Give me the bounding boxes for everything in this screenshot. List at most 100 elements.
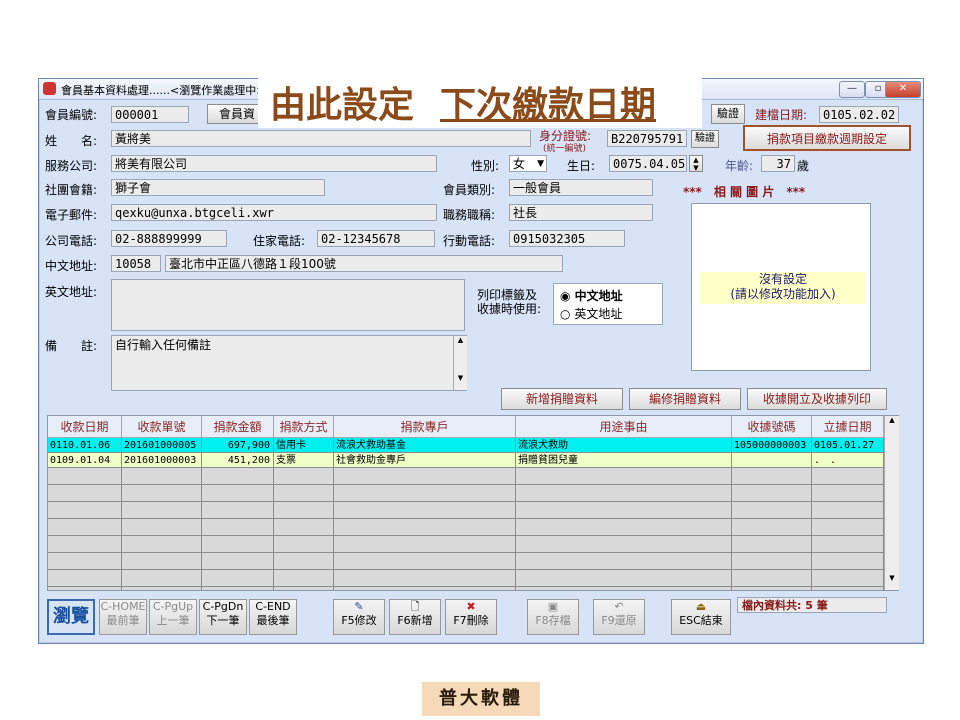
memo-scrollbar[interactable]: ▲ ▼ [453,336,467,390]
f7-label: F7刪除 [453,614,489,627]
edit-icon: ✎ [354,600,364,613]
col-header-method[interactable]: 捐款方式 [274,416,334,438]
job-field[interactable]: 社長 [509,204,653,221]
mobile-field[interactable]: 0915032305 [509,230,625,247]
mobile-label: 行動電話: [443,234,496,248]
cn-zip-field[interactable]: 10058 [111,255,161,272]
address-radio-group: ◉ 中文地址 ○ 英文地址 [553,283,663,325]
radio-en-address[interactable]: ○ 英文地址 [560,305,622,322]
col-header-issue-date[interactable]: 立據日期 [812,416,884,438]
new-document-icon: 🗋 [410,600,420,613]
esc-exit-button[interactable]: ⏏ ESC結束 [671,599,731,635]
col-header-account[interactable]: 捐款專戶 [334,416,516,438]
company-label: 服務公司: [45,159,98,173]
f5-edit-button[interactable]: ✎ F5修改 [333,599,385,635]
col-header-receive-date[interactable]: 收款日期 [48,416,122,438]
close-button[interactable]: ✕ [885,81,921,98]
cell-purpose: 流浪犬救助 [516,438,732,453]
edit-donation-button[interactable]: 編修捐贈資料 [629,388,741,410]
id-sub-label: (統一編號) [543,144,587,154]
memo-text: 自行輸入任何備註 [115,338,212,352]
cell-account: 流浪犬救助基金 [334,438,516,453]
home-phone-label: 住家電話: [253,234,306,248]
add-donation-button[interactable]: 新增捐贈資料 [501,388,623,410]
company-phone-label: 公司電話: [45,234,98,248]
name-field[interactable]: 黃將美 [111,130,531,147]
f9-undo-button[interactable]: ↶ F9還原 [593,599,645,635]
home-phone-field[interactable]: 02-12345678 [317,230,435,247]
id-field[interactable]: B220795791 [607,130,687,147]
member-type-field[interactable]: 一般會員 [509,179,653,196]
last-record-button[interactable]: C-END 最後筆 [249,599,297,635]
cell-receive-date: 0109.01.04 [48,453,122,468]
record-count: 檔內資料共: 5 筆 [737,597,887,613]
club-label: 社團會籍: [45,183,98,197]
verify-id-button[interactable]: 驗證 [691,130,719,148]
f8-save-button[interactable]: ▣ F8存檔 [527,599,579,635]
first-record-button[interactable]: C-HOME 最前筆 [99,599,147,635]
delete-icon: ✖ [466,600,476,613]
company-field[interactable]: 將美有限公司 [111,155,437,172]
donation-cycle-setup-button[interactable]: 捐款項目繳款週期設定 [743,125,911,151]
col-header-purpose[interactable]: 用途事由 [516,416,732,438]
cn-address-field[interactable]: 臺北市中正區八德路１段100號 [165,255,563,272]
app-icon [43,82,56,95]
next-record-button[interactable]: C-PgDn 下一筆 [199,599,247,635]
scroll-up-icon: ▲ [457,336,464,344]
donation-table: 收款日期 收款單號 捐款金額 捐款方式 捐款專戶 用途事由 收據號碼 立據日期 … [47,415,899,591]
en-address-field[interactable] [111,279,465,331]
next-record-label: 下一筆 [206,614,240,627]
gender-select[interactable]: 女 ▼ [509,155,547,172]
esc-label: ESC結束 [679,614,723,627]
name-label: 姓 名: [45,134,98,148]
last-record-label: 最後筆 [256,614,290,627]
record-count-label: 檔內資料共: [742,599,802,612]
receipt-print-button[interactable]: 收據開立及收據列印 [747,388,887,410]
last-record-key: C-END [255,600,291,613]
first-record-key: C-HOME [100,600,146,613]
print-use-line2: 收據時使用: [477,302,542,316]
table-scrollbar[interactable]: ▲ ▼ [884,416,899,590]
table-column-lines [48,468,884,590]
birthday-field[interactable]: 0075.04.05 [609,155,687,172]
company-phone-field[interactable]: 02-888899999 [111,230,227,247]
f7-delete-button[interactable]: ✖ F7刪除 [445,599,497,635]
member-window: 會員基本資料處理......<瀏覽作業處理中> — ▫ ✕ 會員編號: 0000… [38,78,924,644]
birthday-label: 生日: [567,159,596,173]
photo-box[interactable]: 沒有設定 (請以修改功能加入) [691,203,871,371]
created-date-label: 建檔日期: [755,108,808,122]
email-field[interactable]: qexku@unxa.btgceli.xwr [111,204,437,221]
prev-record-button[interactable]: C-PgUp 上一筆 [149,599,197,635]
job-label: 職務職稱: [443,208,496,222]
verify-left-button[interactable]: 驗證 [711,104,745,124]
club-field[interactable]: 獅子會 [111,179,325,196]
minimize-button[interactable]: — [839,81,865,98]
member-no-field[interactable]: 000001 [111,106,189,123]
cell-purpose: 捐贈貧困兒童 [516,453,732,468]
cell-amount: 697,900 [202,438,274,453]
f9-label: F9還原 [601,614,637,627]
col-header-receipt-number[interactable]: 收據號碼 [732,416,812,438]
f8-label: F8存檔 [535,614,571,627]
window-title: 會員基本資料處理......<瀏覽作業處理中> [61,84,266,97]
member-no-label: 會員編號: [45,108,98,122]
f6-add-button[interactable]: 🗋 F6新增 [389,599,441,635]
record-count-value: 5 [805,599,813,612]
col-header-receipt-no[interactable]: 收款單號 [122,416,202,438]
scroll-down-icon: ▼ [889,574,895,582]
brand-logo: 普大軟體 [422,682,540,716]
radio-cn-label: 中文地址 [574,289,623,303]
scroll-down-icon: ▼ [457,374,464,382]
birthday-spinner[interactable]: ▲ ▼ [689,155,703,172]
radio-cn-address[interactable]: ◉ 中文地址 [560,287,623,304]
cell-receive-date: 0110.01.06 [48,438,122,453]
prev-record-key: C-PgUp [152,600,194,613]
print-use-line1: 列印標籤及 [477,288,538,302]
spin-up-icon: ▲ [693,156,699,164]
print-use-label: 列印標籤及 收據時使用: [477,288,541,316]
f5-label: F5修改 [341,614,377,627]
memo-field[interactable]: 自行輸入任何備註 [111,335,467,391]
created-date-field[interactable]: 0105.02.02 [819,106,899,123]
member-type-label: 會員類別: [443,183,496,197]
col-header-amount[interactable]: 捐款金額 [202,416,274,438]
